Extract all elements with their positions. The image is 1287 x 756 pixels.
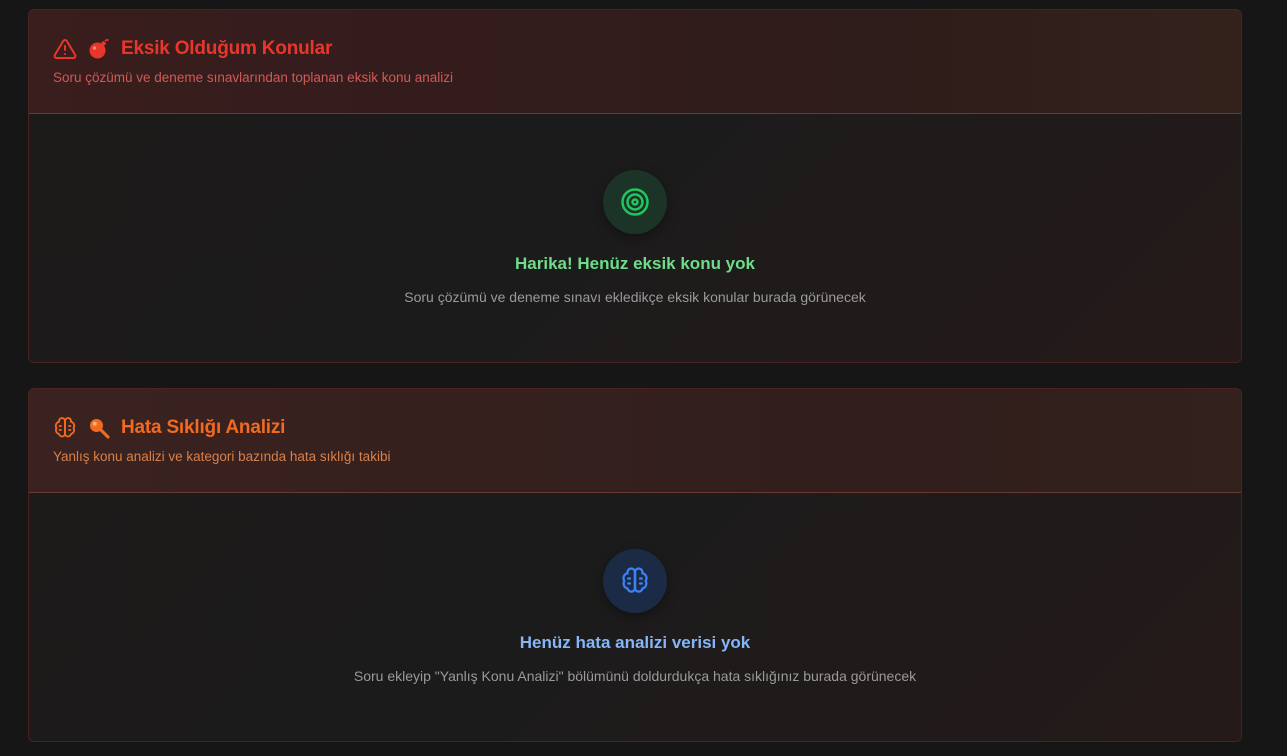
brain-icon xyxy=(53,416,77,440)
brain-icon xyxy=(603,549,667,613)
bomb-icon xyxy=(87,37,111,61)
error-frequency-empty-title: Henüz hata analizi verisi yok xyxy=(519,633,751,652)
missing-topics-empty-title: Harika! Henüz eksik konu yok xyxy=(515,254,755,273)
error-frequency-body: Henüz hata analizi verisi yok Soru ekley… xyxy=(29,493,1241,741)
missing-topics-card: Eksik Olduğum Konular Soru çözümü ve den… xyxy=(28,9,1242,363)
warning-triangle-icon xyxy=(53,37,77,61)
missing-topics-subtitle: Soru çözümü ve deneme sınavlarından topl… xyxy=(53,70,453,85)
target-icon xyxy=(603,170,667,234)
magnifier-icon xyxy=(87,416,111,440)
missing-topics-body: Harika! Henüz eksik konu yok Soru çözümü… xyxy=(29,114,1241,362)
error-frequency-empty-description: Soru ekleyip "Yanlış Konu Analizi" bölüm… xyxy=(353,668,917,684)
missing-topics-title: Eksik Olduğum Konular xyxy=(121,38,333,59)
error-frequency-header: Hata Sıklığı Analizi Yanlış konu analizi… xyxy=(29,389,1241,493)
error-frequency-subtitle: Yanlış konu analizi ve kategori bazında … xyxy=(53,449,391,464)
error-frequency-title-row: Hata Sıklığı Analizi xyxy=(53,415,1217,441)
error-frequency-title: Hata Sıklığı Analizi xyxy=(121,417,286,438)
page: Eksik Olduğum Konular Soru çözümü ve den… xyxy=(0,0,1287,756)
error-frequency-card: Hata Sıklığı Analizi Yanlış konu analizi… xyxy=(28,388,1242,742)
missing-topics-header: Eksik Olduğum Konular Soru çözümü ve den… xyxy=(29,10,1241,114)
missing-topics-empty-description: Soru çözümü ve deneme sınavı ekledikçe e… xyxy=(404,289,866,305)
missing-topics-title-row: Eksik Olduğum Konular xyxy=(53,36,1217,62)
